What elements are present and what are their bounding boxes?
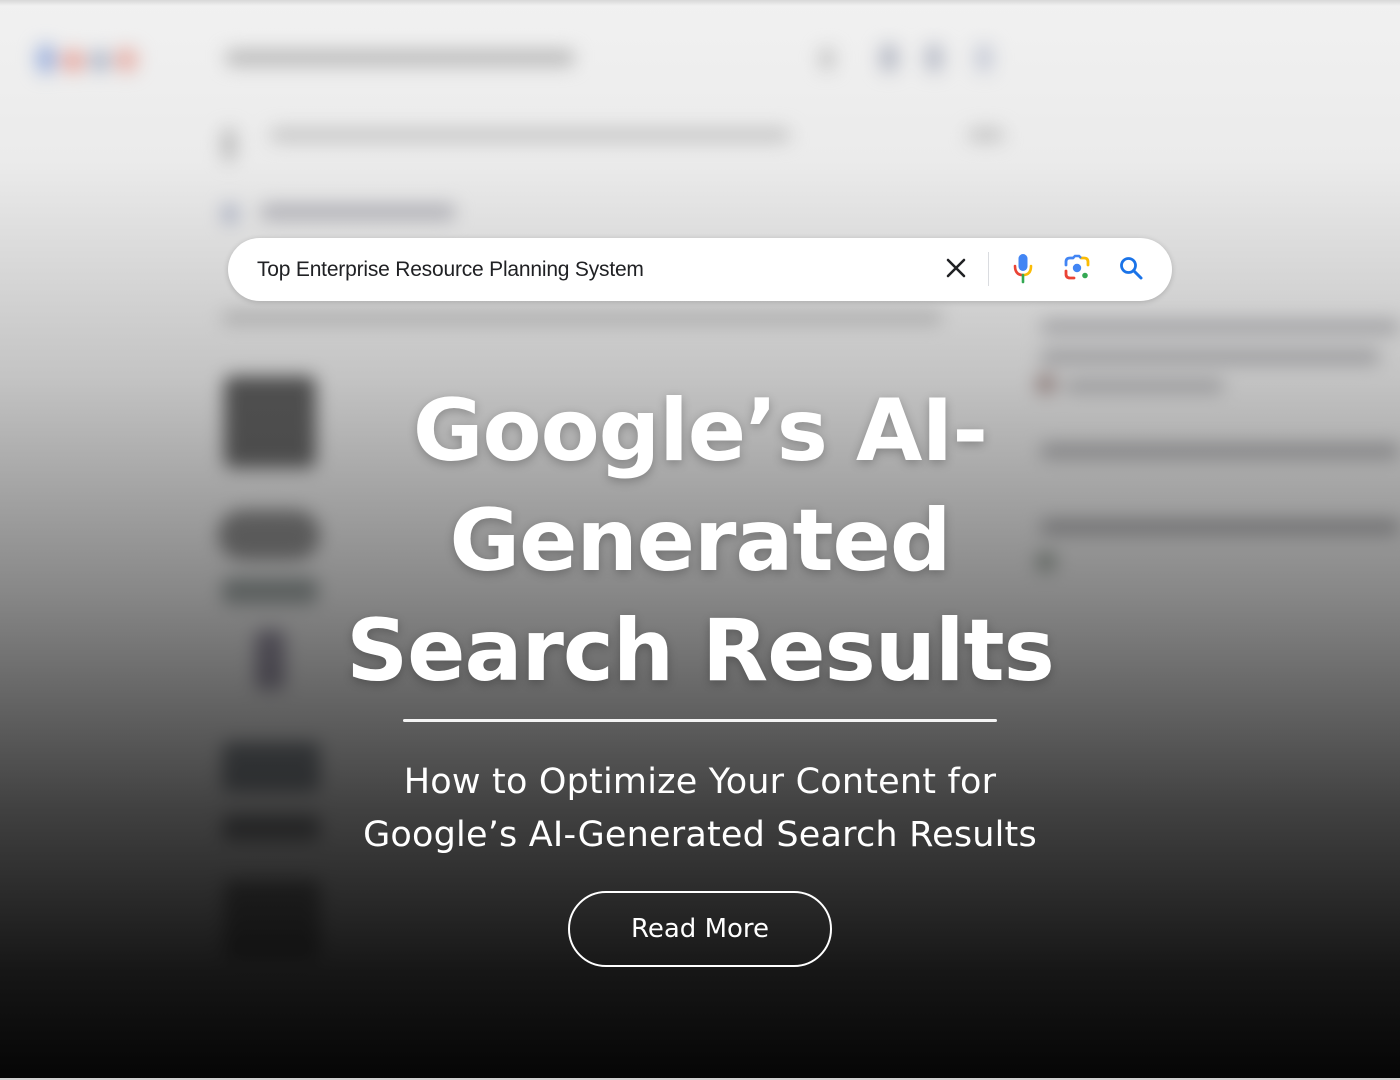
hero-subtitle-line: How to Optimize Your Content for bbox=[403, 762, 997, 802]
image-search-button[interactable] bbox=[1057, 250, 1097, 290]
hero-title-line: Google’s AI- bbox=[412, 381, 988, 481]
search-bar[interactable] bbox=[228, 238, 1172, 301]
search-icon bbox=[1118, 255, 1144, 285]
hero-subtitle: How to Optimize Your Content for Google’… bbox=[250, 756, 1150, 862]
close-icon bbox=[945, 257, 967, 283]
hero-title: Google’s AI- Generated Search Results bbox=[200, 376, 1200, 706]
hero-subtitle-line: Google’s AI-Generated Search Results bbox=[363, 815, 1037, 855]
hero-title-line: Generated bbox=[449, 491, 952, 591]
microphone-icon bbox=[1011, 252, 1035, 288]
search-input[interactable] bbox=[257, 249, 897, 290]
voice-search-button[interactable] bbox=[1003, 250, 1043, 290]
top-edge-shade bbox=[0, 0, 1400, 6]
hero-title-line: Search Results bbox=[346, 601, 1055, 701]
search-divider bbox=[988, 252, 989, 286]
clear-search-button[interactable] bbox=[936, 250, 976, 290]
google-lens-icon bbox=[1063, 254, 1091, 286]
read-more-button[interactable]: Read More bbox=[568, 891, 832, 967]
search-submit-button[interactable] bbox=[1111, 250, 1151, 290]
title-divider bbox=[403, 719, 997, 722]
